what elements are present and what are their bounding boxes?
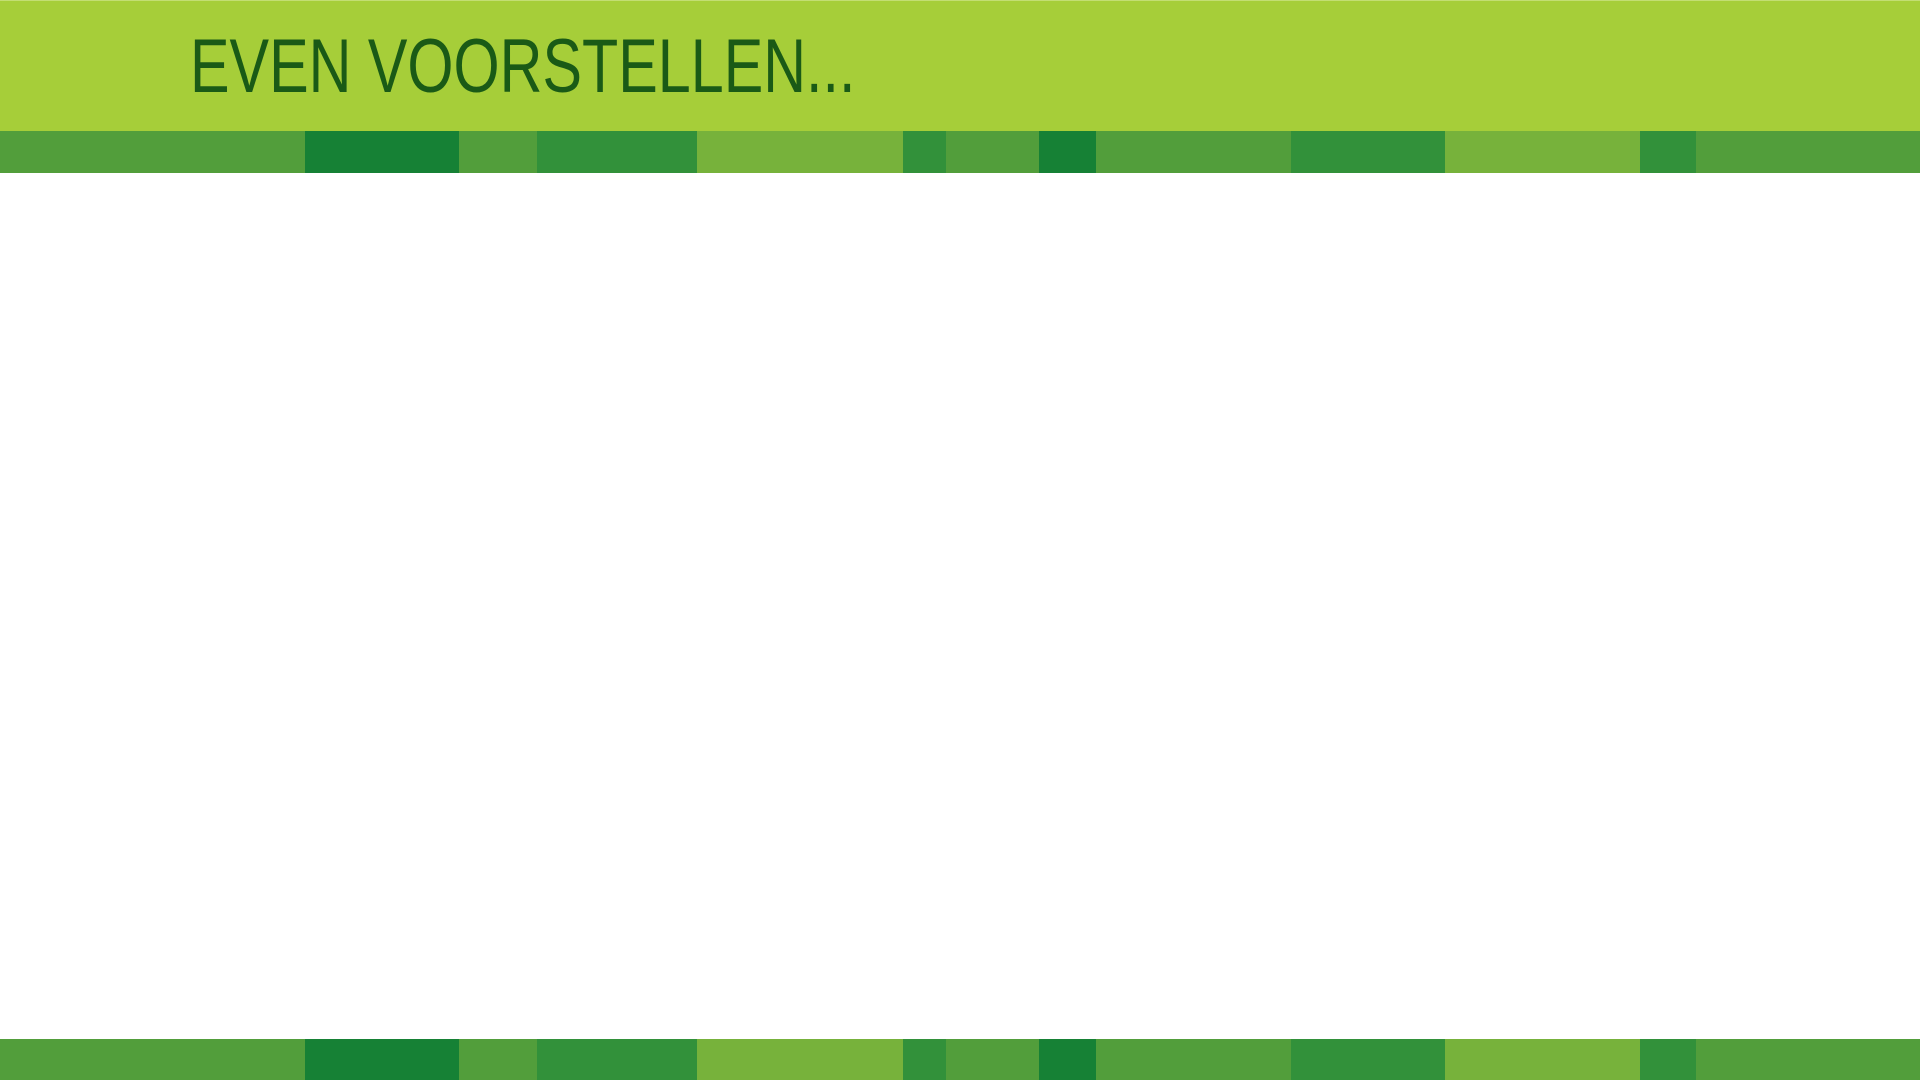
stripe-segment	[537, 131, 697, 173]
stripe-segment	[1039, 1039, 1096, 1080]
stripe-segment	[1096, 1039, 1291, 1080]
stripe-segment	[1696, 1039, 1920, 1080]
stripe-segment	[697, 131, 903, 173]
slide-title: EVEN VOORSTELLEN...	[190, 24, 856, 109]
stripe-segment	[0, 1039, 305, 1080]
top-color-stripe	[0, 131, 1920, 173]
stripe-segment	[1445, 131, 1640, 173]
stripe-segment	[1291, 1039, 1445, 1080]
stripe-segment	[1291, 131, 1445, 173]
stripe-segment	[1696, 131, 1920, 173]
stripe-segment	[1640, 1039, 1696, 1080]
stripe-segment	[946, 1039, 1039, 1080]
stripe-segment	[903, 1039, 946, 1080]
stripe-segment	[537, 1039, 697, 1080]
stripe-segment	[1640, 131, 1696, 173]
title-bar: EVEN VOORSTELLEN...	[0, 0, 1920, 131]
stripe-segment	[459, 1039, 537, 1080]
bottom-color-stripe	[0, 1039, 1920, 1080]
stripe-segment	[1445, 1039, 1640, 1080]
stripe-segment	[1039, 131, 1096, 173]
stripe-segment	[459, 131, 537, 173]
stripe-segment	[1096, 131, 1291, 173]
stripe-segment	[305, 1039, 459, 1080]
stripe-segment	[697, 1039, 903, 1080]
slide: EVEN VOORSTELLEN...	[0, 0, 1920, 1080]
stripe-segment	[0, 131, 305, 173]
stripe-segment	[903, 131, 946, 173]
stripe-segment	[305, 131, 459, 173]
content-area	[0, 173, 1920, 1039]
stripe-segment	[946, 131, 1039, 173]
